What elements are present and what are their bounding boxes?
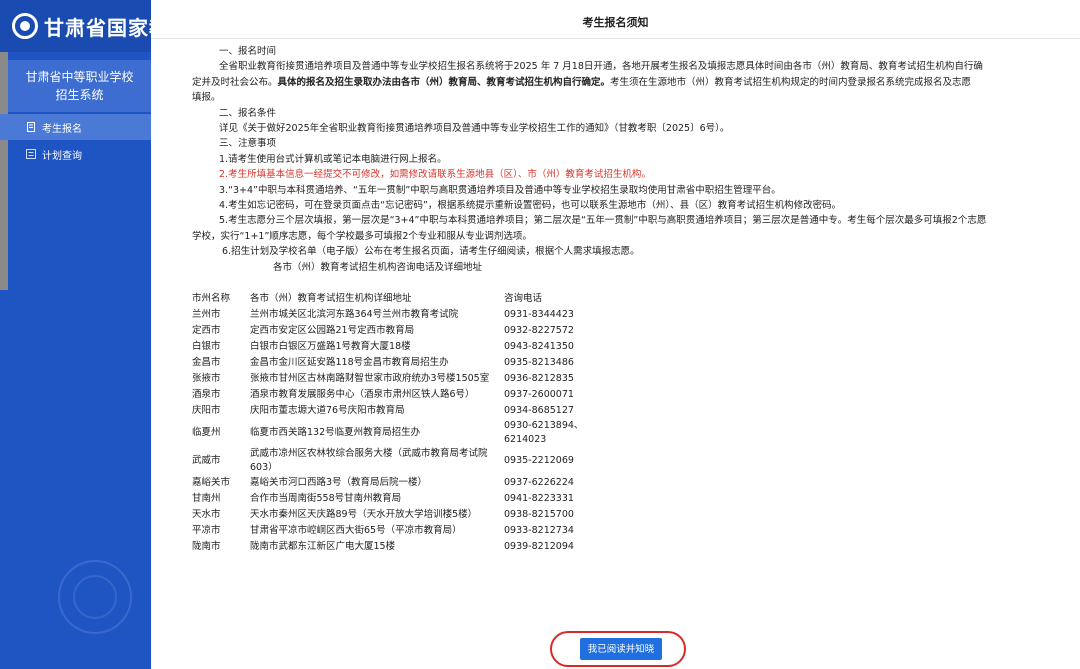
app-title: 甘肃省国家教: [44, 15, 151, 40]
table-caption: 各市（州）教育考试招生机构咨询电话及详细地址: [273, 261, 483, 273]
table-header-row: 市州名称 各市（州）教育考试招生机构详细地址 咨询电话: [192, 291, 584, 307]
table-row: 兰州市 兰州市城关区北滨河东路364号兰州市教育考试院 0931-8344423: [192, 307, 584, 323]
document-icon: [26, 122, 36, 132]
phone-cell: 0938-8215700: [504, 509, 574, 520]
section-heading: 三、注意事项: [219, 138, 277, 150]
notice-item: 1.请考生使用台式计算机或笔记本电脑进行网上报名。: [219, 153, 447, 165]
notice-item: 学校，实行“1+1”顺序志愿，每个学校最多可填报2个专业和服从专业调剂选项。: [192, 230, 532, 242]
city-cell: 金昌市: [192, 357, 221, 368]
notice-text: 定并及时社会公布。: [192, 76, 278, 88]
nav-item-register[interactable]: 考生报名: [0, 114, 151, 140]
table-row: 甘南州 合作市当周南街558号甘南州教育局 0941-8223331: [192, 491, 584, 507]
phone-cell: 0937-6226224: [504, 477, 574, 488]
column-header: 市州名称: [192, 293, 231, 304]
confirm-read-button[interactable]: 我已阅读并知晓: [580, 638, 662, 660]
notice-item: 4.考生如忘记密码，可在登录页面点击“忘记密码”，根据系统提示重新设置密码，也可…: [219, 200, 842, 212]
city-cell: 定西市: [192, 325, 221, 336]
table-row: 陇南市 陇南市武都东江新区广电大厦15楼 0939-8212094: [192, 539, 584, 555]
phone-cell: 0939-8212094: [504, 541, 574, 552]
address-cell: 合作市当周南街558号甘南州教育局: [250, 493, 402, 504]
notice-text: 考生须在生源地市（州）教育考试招生机构规定的时间内登录报名系统完成报名及志愿: [610, 76, 972, 88]
column-header: 咨询电话: [504, 293, 543, 304]
city-cell: 酒泉市: [192, 389, 221, 400]
address-cell: 酒泉市教育发展服务中心（酒泉市肃州区铁人路6号）: [250, 389, 475, 400]
city-cell: 陇南市: [192, 541, 221, 552]
notice-paragraph: 填报。: [192, 92, 221, 104]
system-name-line1: 甘肃省中等职业学校: [25, 70, 134, 84]
contact-table-body: 兰州市 兰州市城关区北滨河东路364号兰州市教育考试院 0931-8344423 定西…: [192, 307, 584, 555]
city-cell: 庆阳市: [192, 405, 221, 416]
city-cell: 嘉峪关市: [192, 477, 231, 488]
city-cell: 张掖市: [192, 373, 221, 384]
notice-bold-text: 具体的报名及招生录取办法由各市（州）教育局、教育考试招生机构自行确定。: [277, 76, 611, 88]
nav-item-plan-query[interactable]: 计划查询: [0, 141, 151, 167]
watermark-logo-icon: [58, 560, 132, 634]
table-row: 定西市 定西市安定区公园路21号定西市教育局 0932-8227572: [192, 323, 584, 339]
notice-item-warning: 2.考生所填基本信息一经提交不可修改，如需修改请联系生源地县（区）、市（州）教育…: [219, 169, 651, 181]
phone-cell: 0937-2600071: [504, 389, 574, 400]
phone-cell: 0930-6213894、6214023: [504, 420, 584, 445]
phone-cell: 0933-8212734: [504, 525, 574, 536]
city-cell: 临夏州: [192, 427, 221, 438]
city-cell: 平凉市: [192, 525, 221, 536]
address-cell: 兰州市城关区北滨河东路364号兰州市教育考试院: [250, 309, 459, 320]
phone-cell: 0934-8685127: [504, 405, 574, 416]
address-cell: 陇南市武都东江新区广电大厦15楼: [250, 541, 396, 552]
modal-title: 考生报名须知: [582, 16, 649, 29]
address-cell: 天水市秦州区天庆路89号（天水开放大学培训楼5楼）: [250, 509, 478, 520]
address-cell: 甘肃省平凉市崆峒区西大街65号（平凉市教育局）: [250, 525, 462, 536]
address-cell: 白银市白银区万盛路1号教育大厦18楼: [250, 341, 411, 352]
phone-cell: 0936-8212835: [504, 373, 574, 384]
address-cell: 武威市凉州区农林牧综合服务大楼（武威市教育局考试院603）: [250, 448, 488, 473]
city-cell: 白银市: [192, 341, 221, 352]
column-header: 各市（州）教育考试招生机构详细地址: [250, 293, 412, 304]
notice-content: 一、报名时间 全省职业教育衔接贯通培养项目及普通中等专业学校招生报名系统将于20…: [192, 44, 1062, 275]
list-icon: [26, 149, 36, 159]
table-row: 武威市 武威市凉州区农林牧综合服务大楼（武威市教育局考试院603） 0935-221…: [192, 447, 584, 475]
address-cell: 临夏市西关路132号临夏州教育局招生办: [250, 427, 421, 438]
notice-modal: 考生报名须知 一、报名时间 全省职业教育衔接贯通培养项目及普通中等专业学校招生报…: [151, 0, 1080, 669]
divider: [151, 38, 1080, 39]
table-row: 天水市 天水市秦州区天庆路89号（天水开放大学培训楼5楼） 0938-8215700: [192, 507, 584, 523]
table-row: 临夏州 临夏市西关路132号临夏州教育局招生办 0930-6213894、62140…: [192, 419, 584, 447]
city-cell: 武威市: [192, 455, 221, 466]
notice-item: 6.招生计划及学校名单（电子版）公布在考生报名页面，请考生仔细阅读，根据个人需求…: [222, 246, 640, 258]
table-row: 酒泉市 酒泉市教育发展服务中心（酒泉市肃州区铁人路6号） 0937-2600071: [192, 387, 584, 403]
section-heading: 二、报名条件: [219, 107, 277, 119]
notice-paragraph: 全省职业教育衔接贯通培养项目及普通中等专业学校招生报名系统将于2025 年 7 …: [219, 61, 983, 73]
app-header: 甘肃省国家教: [0, 0, 151, 52]
contact-table: 市州名称 各市（州）教育考试招生机构详细地址 咨询电话 兰州市 兰州市城关区北滨河…: [192, 291, 584, 555]
notice-item: 5.考生志愿分三个层次填报，第一层次是“3+4”中职与本科贯通培养项目；第二层次…: [219, 215, 987, 227]
table-row: 庆阳市 庆阳市董志塬大道76号庆阳市教育局 0934-8685127: [192, 403, 584, 419]
table-row: 平凉市 甘肃省平凉市崆峒区西大街65号（平凉市教育局） 0933-8212734: [192, 523, 584, 539]
address-cell: 庆阳市董志塬大道76号庆阳市教育局: [250, 405, 405, 416]
emblem-icon: [12, 13, 38, 39]
address-cell: 张掖市甘州区古林南路财智世家市政府统办3号楼1505室: [250, 373, 490, 384]
section-heading: 一、报名时间: [219, 46, 277, 57]
address-cell: 金昌市金川区延安路118号金昌市教育局招生办: [250, 357, 449, 368]
table-row: 嘉峪关市 嘉峪关市河口西路3号（教育局后院一楼） 0937-6226224: [192, 475, 584, 491]
notice-paragraph: 详见《关于做好2025年全省职业教育衔接贯通培养项目及普通中等专业学校招生工作的…: [219, 123, 730, 135]
phone-cell: 0931-8344423: [504, 309, 574, 320]
address-cell: 定西市安定区公园路21号定西市教育局: [250, 325, 415, 336]
system-name-line2: 招生系统: [55, 88, 104, 102]
table-row: 白银市 白银市白银区万盛路1号教育大厦18楼 0943-8241350: [192, 339, 584, 355]
city-cell: 兰州市: [192, 309, 221, 320]
phone-cell: 0932-8227572: [504, 325, 574, 336]
phone-cell: 0935-2212069: [504, 455, 574, 466]
nav-item-label: 计划查询: [42, 150, 82, 162]
nav-item-label: 考生报名: [42, 123, 82, 135]
address-cell: 嘉峪关市河口西路3号（教育局后院一楼）: [250, 477, 428, 488]
system-name-box: 甘肃省中等职业学校 招生系统: [8, 60, 151, 112]
city-cell: 天水市: [192, 509, 221, 520]
city-cell: 甘南州: [192, 493, 221, 504]
notice-paragraph: 定并及时社会公布。具体的报名及招生录取办法由各市（州）教育局、教育考试招生机构自…: [192, 75, 1062, 90]
table-row: 金昌市 金昌市金川区延安路118号金昌市教育局招生办 0935-8213486: [192, 355, 584, 371]
phone-cell: 0943-8241350: [504, 341, 574, 352]
phone-cell: 0941-8223331: [504, 493, 574, 504]
table-row: 张掖市 张掖市甘州区古林南路财智世家市政府统办3号楼1505室 0936-82128…: [192, 371, 584, 387]
phone-cell: 0935-8213486: [504, 357, 574, 368]
notice-item: 3.“3+4”中职与本科贯通培养、“五年一贯制”中职与高职贯通培养项目及普通中等…: [219, 184, 781, 196]
